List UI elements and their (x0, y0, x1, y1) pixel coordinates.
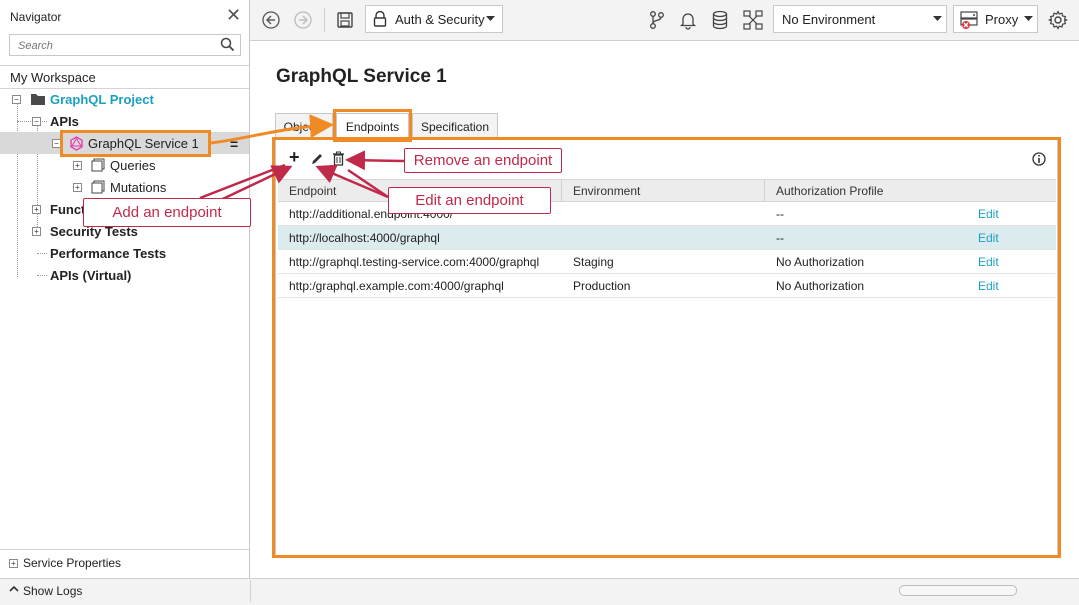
callout-remove-endpoint: Remove an endpoint (404, 148, 562, 173)
callout-add-endpoint: Add an endpoint (83, 198, 251, 227)
annotation-arrows (199, 114, 405, 207)
callout-edit-endpoint: Edit an endpoint (388, 187, 551, 214)
